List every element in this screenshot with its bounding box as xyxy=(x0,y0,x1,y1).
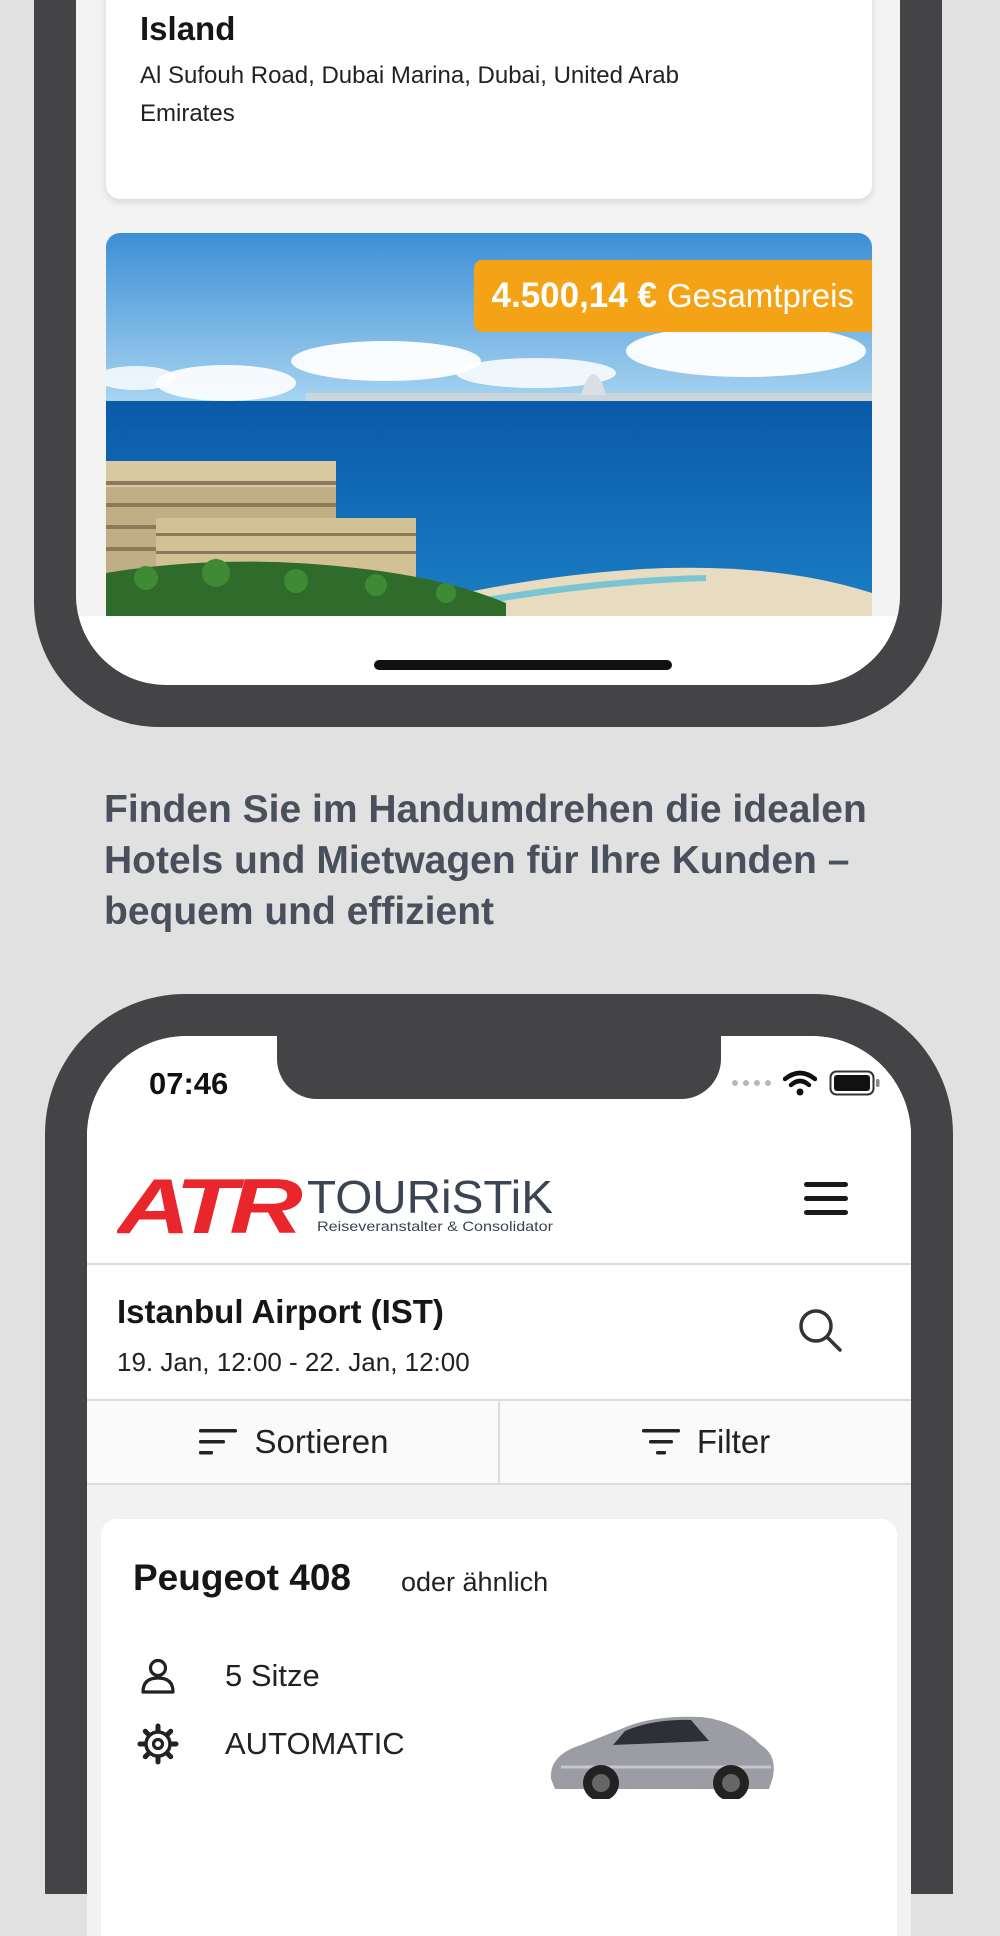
price-badge: 4.500,14 € Gesamtpreis xyxy=(473,260,872,332)
hotel-address: Al Sufouh Road, Dubai Marina, Dubai, Uni… xyxy=(140,62,679,127)
sort-filter-toolbar: Sortieren Filter xyxy=(87,1401,911,1485)
price-amount: 4.500,14 € xyxy=(491,276,657,315)
filter-label: Filter xyxy=(696,1423,771,1460)
car-seats-label: 5 Sitze xyxy=(225,1658,320,1693)
app-header: ATR TOURiSTiK Reiseveranstalter & Consol… xyxy=(87,1136,911,1265)
search-location: Istanbul Airport (IST) xyxy=(117,1293,444,1330)
top-phone-screen: Island Al Sufouh Road, Dubai Marina, Dub… xyxy=(76,0,900,685)
hotel-name: Island xyxy=(140,10,236,47)
logo-name: TOURiSTiK xyxy=(307,1171,553,1223)
hotel-card[interactable]: Island Al Sufouh Road, Dubai Marina, Dub… xyxy=(106,0,872,199)
car-card[interactable]: Peugeot 408 oder ähnlich 5 Sitze AUTOMAT… xyxy=(101,1519,897,1936)
battery-icon xyxy=(829,1070,880,1096)
person-icon xyxy=(141,1658,175,1694)
atr-touristik-logo[interactable]: ATR TOURiSTiK Reiseveranstalter & Consol… xyxy=(117,1167,557,1237)
bottom-phone-screen: 07:46 ATR TOURiSTiK Reiseveranstalter & … xyxy=(87,1036,911,1936)
car-transmission-label: AUTOMATIC xyxy=(225,1726,405,1761)
filter-icon xyxy=(641,1429,680,1455)
promo-caption: Finden Sie im Handumdrehen die idealen H… xyxy=(104,788,867,933)
phone-notch xyxy=(277,1036,721,1099)
logo-brand: ATR xyxy=(117,1167,302,1237)
sort-button[interactable]: Sortieren xyxy=(87,1401,498,1483)
gear-icon xyxy=(137,1723,179,1765)
menu-icon xyxy=(804,1182,848,1215)
car-transmission: AUTOMATIC xyxy=(133,1719,405,1769)
search-dates: 19. Jan, 12:00 - 22. Jan, 12:00 xyxy=(117,1347,470,1377)
status-icons xyxy=(732,1066,881,1100)
signal-icon xyxy=(732,1080,771,1086)
status-time: 07:46 xyxy=(149,1066,229,1101)
car-seats: 5 Sitze xyxy=(133,1651,320,1701)
search-button[interactable] xyxy=(793,1303,849,1359)
car-model: Peugeot 408 xyxy=(133,1557,351,1598)
filter-button[interactable]: Filter xyxy=(498,1401,911,1483)
wifi-icon xyxy=(783,1070,817,1096)
car-image xyxy=(550,1716,774,1799)
price-label: Gesamtpreis xyxy=(666,277,854,314)
bottom-phone-frame: 07:46 ATR TOURiSTiK Reiseveranstalter & … xyxy=(45,994,953,1936)
logo-tagline: Reiseveranstalter & Consolidator xyxy=(317,1218,553,1234)
sort-icon xyxy=(198,1429,237,1455)
sort-label: Sortieren xyxy=(254,1423,389,1460)
search-summary[interactable]: Istanbul Airport (IST) 19. Jan, 12:00 - … xyxy=(87,1265,911,1401)
home-indicator xyxy=(374,660,672,670)
top-phone-frame: Island Al Sufouh Road, Dubai Marina, Dub… xyxy=(34,0,942,727)
car-similar-note: oder ähnlich xyxy=(401,1567,549,1597)
hotel-image[interactable]: 4.500,14 € Gesamtpreis xyxy=(106,233,872,616)
menu-button[interactable] xyxy=(802,1176,850,1222)
search-icon xyxy=(799,1309,842,1352)
